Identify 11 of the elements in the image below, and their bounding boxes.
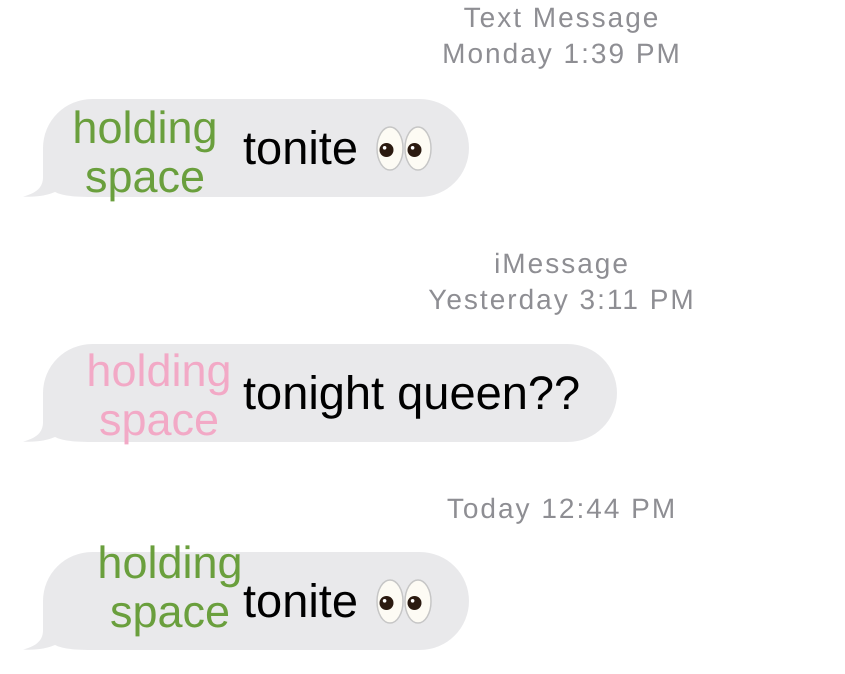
service-label: iMessage <box>494 247 630 281</box>
timestamp: Monday 1:39 PM <box>442 37 682 71</box>
overlay-caption: holding space <box>72 103 218 201</box>
timestamp: Yesterday 3:11 PM <box>428 283 696 317</box>
overlay-caption: holding space <box>86 346 232 444</box>
overlay-caption: holding space <box>97 538 243 636</box>
message-text: tonight queen?? <box>243 365 580 421</box>
service-label: Text Message <box>464 1 660 35</box>
message-text: tonite <box>243 120 358 176</box>
timestamp: Today 12:44 PM <box>446 492 678 526</box>
message-text: tonite <box>243 573 358 629</box>
